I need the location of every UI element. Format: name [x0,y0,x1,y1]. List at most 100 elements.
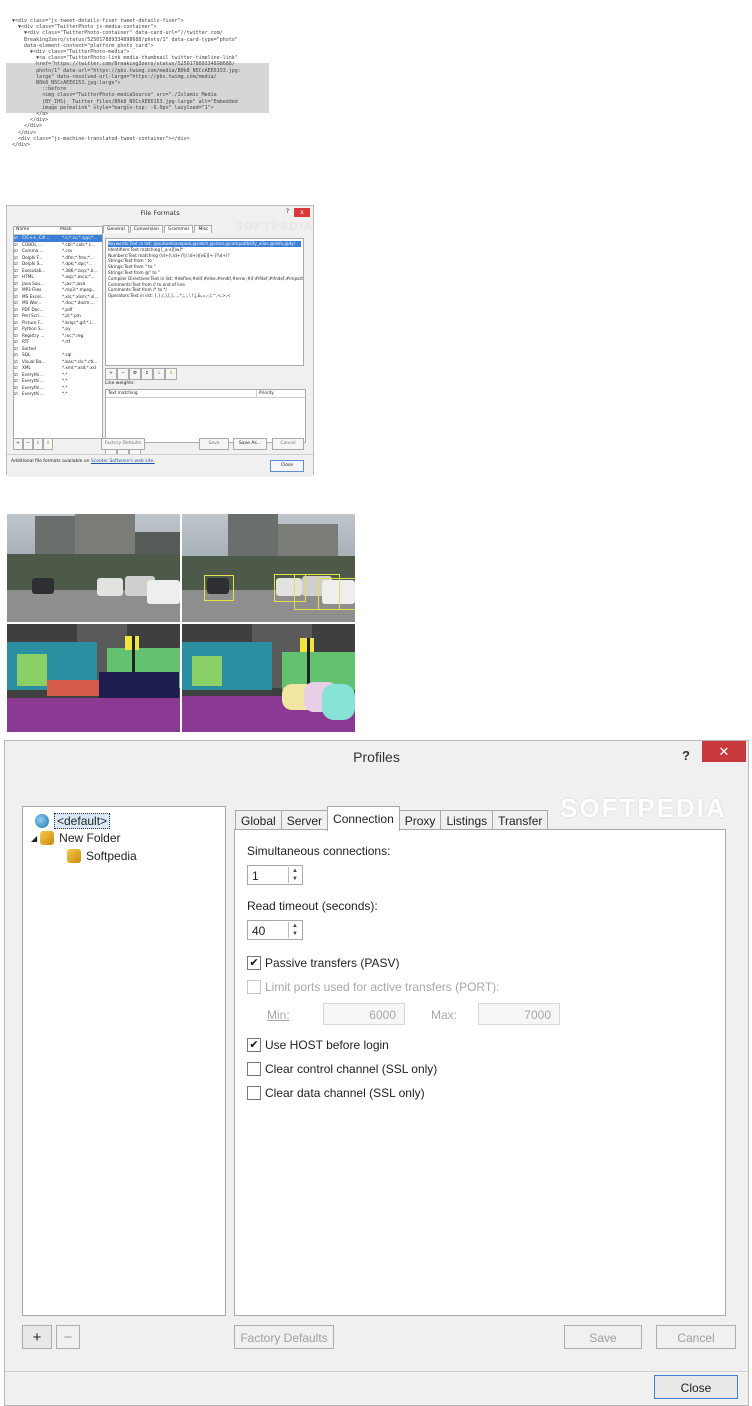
tree-node-default[interactable]: <default> [35,813,111,829]
stepper-value[interactable]: 40 [252,924,265,938]
tab-general[interactable]: General [103,225,129,233]
column-name[interactable]: Name [14,227,58,234]
profile-tree[interactable]: <default> ◢ New Folder Softpedia [22,806,226,1316]
use-host-checkbox[interactable]: ✔ Use HOST before login [247,1038,389,1052]
cancel-button[interactable]: Cancel [656,1325,736,1349]
factory-defaults-button[interactable]: Factory Defaults [234,1325,334,1349]
save-as-button[interactable]: Save As... [233,438,267,450]
checkmark-icon[interactable]: ✔ [247,1038,261,1052]
remove-grammar-button[interactable]: − [117,368,129,380]
tree-node-label[interactable]: Softpedia [86,849,137,863]
dialog-title: Profiles [353,749,400,765]
settings-icon[interactable]: ⚙ [129,368,141,380]
grammar-item[interactable]: Operators:Text in list: {,},(,),[,],...,… [108,293,301,299]
factory-defaults-button[interactable]: Factory Defaults [101,438,145,450]
footer-divider [5,1371,748,1372]
read-timeout-stepper[interactable]: 40 ▲ ▼ [247,920,303,940]
clear-data-channel-checkbox[interactable]: Clear data channel (SSL only) [247,1086,425,1100]
instance-segmentation [182,624,355,732]
simultaneous-connections-label: Simultaneous connections: [247,844,391,858]
tree-node-label[interactable]: New Folder [59,831,120,845]
move-icon[interactable]: ⇕ [43,438,53,450]
tab-server[interactable]: Server [280,810,329,831]
footer-prefix: Additional file formats available on [11,459,90,464]
remove-profile-button[interactable]: − [56,1325,80,1349]
help-icon[interactable]: ? [286,208,289,215]
move-icon[interactable]: ⇕ [165,368,177,380]
tree-node-new-folder[interactable]: ◢ New Folder [31,831,121,845]
help-icon[interactable]: ? [682,748,690,763]
grammar-item[interactable]: Compiler Directives:Text in list: #defin… [108,276,303,282]
min-label: Min: [267,1008,290,1022]
tab-proxy[interactable]: Proxy [398,810,442,831]
column-mask[interactable]: Mask [58,227,102,234]
semantic-segmentation [7,624,180,732]
tab-grammar[interactable]: Grammar [163,225,194,233]
folder-icon [40,831,55,845]
checkbox-box[interactable] [247,980,261,994]
remove-format-button[interactable]: − [23,438,33,450]
tab-misc[interactable]: Misc [194,225,213,233]
passive-transfers-checkbox[interactable]: ✔ Passive transfers (PASV) [247,956,399,970]
move-down-icon[interactable]: ↓ [153,368,165,380]
tab-transfer[interactable]: Transfer [492,810,549,831]
checkbox-box[interactable] [247,1062,261,1076]
sort-icon[interactable]: ↕ [33,438,43,450]
watermark: SOFTPEDIA [235,220,314,233]
collapse-arrow-icon[interactable]: ◢ [31,834,37,843]
cancel-button[interactable]: Cancel [272,438,304,450]
format-list[interactable]: Name Mask ☑ C/C++, C#... *.c;*.cc;*.cpp;*.… [13,226,103,439]
code-line: <img class="TwitterPhoto-mediaSource" sr… [12,92,217,99]
dialog-footer: Additional file formats available on Sco… [7,454,313,477]
max-label: Max: [431,1008,458,1022]
simultaneous-connections-stepper[interactable]: 1 ▲ ▼ [247,865,303,885]
stepper-arrows-icon[interactable]: ▲ ▼ [288,922,301,938]
close-button[interactable]: Close [270,460,304,472]
save-button[interactable]: Save [564,1325,642,1349]
min-port-field[interactable]: 6000 [323,1003,405,1025]
close-icon[interactable]: x [294,208,310,217]
sort-icon[interactable]: ↕ [141,368,153,380]
close-icon[interactable]: ✕ [702,741,746,762]
line-weights-label: Line weights: [105,381,135,386]
line-weights-table[interactable]: Text matching Priority [105,389,306,443]
column-text-matching[interactable]: Text matching [106,390,256,397]
code-lines: ▼<div class="js-tweet-details-fixer twee… [12,18,241,148]
add-grammar-button[interactable]: + [105,368,117,380]
code-line: href="https://twitter.com/Breaking3zero/… [12,61,235,68]
code-snippet-panel: ▼<div class="js-tweet-details-fixer twee… [6,16,269,174]
add-format-button[interactable]: + [13,438,23,450]
column-priority[interactable]: Priority [256,390,305,397]
checkmark-icon[interactable]: ✔ [247,956,261,970]
tree-node-softpedia[interactable]: Softpedia [67,849,137,863]
footer-link[interactable]: Scooter Software's web site. [91,459,155,464]
grammar-list[interactable]: Keywords:Text in list: @autoreleasepool,… [105,238,304,366]
bounding-box [204,575,234,601]
checkbox-label: Clear data channel (SSL only) [265,1086,425,1100]
tree-node-label[interactable]: <default> [54,813,111,829]
checkbox-box[interactable] [247,1086,261,1100]
watermark: SOFTPEDIA [560,793,727,823]
tab-conversion[interactable]: Conversion [129,225,163,233]
tab-global[interactable]: Global [235,810,282,831]
max-port-field[interactable]: 7000 [478,1003,560,1025]
format-list-header: Name Mask [14,227,102,235]
read-timeout-label: Read timeout (seconds): [247,899,378,913]
grammar-item[interactable]: Keywords:Text in list: @autoreleasepool,… [108,241,301,247]
clear-control-channel-checkbox[interactable]: Clear control channel (SSL only) [247,1062,437,1076]
format-name: Everythi... [22,391,44,396]
globe-icon [35,814,49,828]
limit-ports-checkbox[interactable]: Limit ports used for active transfers (P… [247,980,500,994]
close-button[interactable]: Close [654,1375,738,1399]
code-line: ▼<div class="TwitterPhoto-container" dat… [12,30,223,37]
save-button[interactable]: Save [199,438,229,450]
bounding-box [318,578,355,610]
code-line: (BY_IHS)_ Twitter_files/B0k8_N5CcAEE6153… [12,98,238,105]
format-row[interactable]: ☑ Everythi... *.* [14,391,102,398]
tab-connection[interactable]: Connection [327,806,400,831]
tab-listings[interactable]: Listings [440,810,494,831]
stepper-value[interactable]: 1 [252,869,259,883]
stepper-arrows-icon[interactable]: ▲ ▼ [288,867,301,883]
add-profile-button[interactable]: + [22,1325,52,1349]
profile-icon [67,849,81,863]
